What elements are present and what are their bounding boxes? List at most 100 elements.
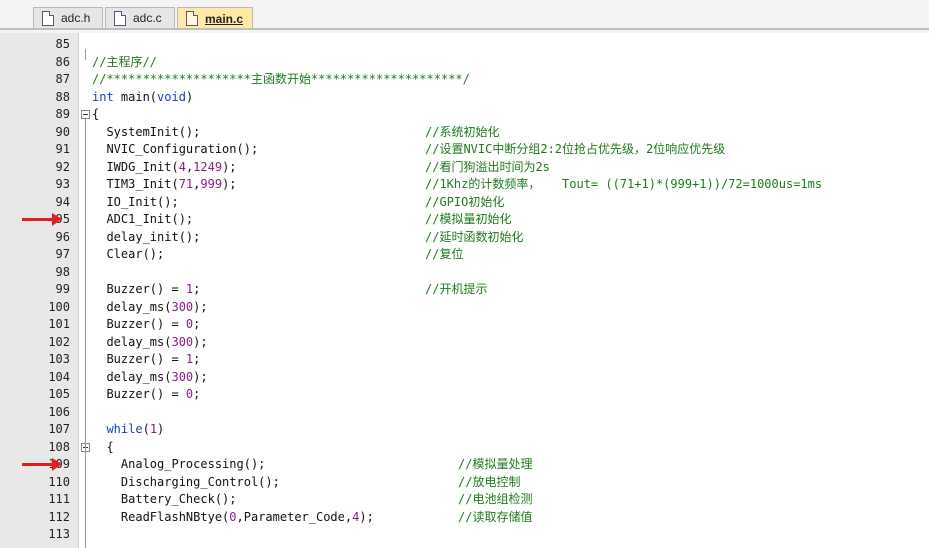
- tab-label: adc.c: [133, 11, 162, 25]
- line-number: 88: [55, 89, 70, 104]
- fold-guide: [85, 119, 86, 452]
- code-comment: //看门狗溢出时间为2s: [425, 159, 550, 174]
- code-line[interactable]: 105 Buzzer() = 0;: [0, 386, 929, 404]
- tab-adc-h[interactable]: adc.h: [33, 7, 103, 29]
- code-comment: //读取存储值: [458, 509, 533, 524]
- code-text: {: [92, 439, 114, 454]
- code-text: //********************主函数开始*************…: [92, 72, 470, 86]
- code-text: Battery_Check();: [92, 492, 237, 506]
- code-line[interactable]: 113: [0, 526, 929, 544]
- code-text: Clear();: [92, 247, 165, 261]
- code-text: int main(void): [92, 89, 194, 104]
- code-line[interactable]: 94 IO_Init(); //GPIO初始化: [0, 194, 929, 212]
- code-text: Buzzer() = 1;: [92, 282, 201, 296]
- code-comment: //模拟量处理: [458, 457, 533, 471]
- code-text: SystemInit();: [92, 124, 201, 139]
- code-line[interactable]: 111 Battery_Check(); //电池组检测: [0, 491, 929, 509]
- code-line[interactable]: 103 Buzzer() = 1;: [0, 351, 929, 369]
- line-number: 85: [55, 37, 70, 51]
- tab-main-c[interactable]: main.c: [177, 7, 253, 29]
- tab-adc-c[interactable]: adc.c: [105, 7, 175, 29]
- line-number: 89: [55, 107, 70, 121]
- code-text: //主程序//: [92, 54, 157, 69]
- line-number: 110: [48, 474, 70, 489]
- line-number: 113: [48, 527, 70, 541]
- tab-label: main.c: [205, 11, 244, 26]
- code-line[interactable]: 87 //********************主函数开始***********…: [0, 71, 929, 89]
- code-line[interactable]: 100 delay_ms(300);: [0, 299, 929, 317]
- line-number: 103: [48, 352, 70, 366]
- line-number: 86: [55, 54, 70, 69]
- code-line[interactable]: 99 Buzzer() = 1; //开机提示: [0, 281, 929, 299]
- code-comment: //GPIO初始化: [425, 194, 505, 209]
- line-number: 101: [48, 317, 70, 331]
- code-comment: //延时函数初始化: [425, 229, 524, 244]
- line-number: 92: [55, 159, 70, 174]
- line-number: 91: [55, 142, 70, 156]
- line-number: 98: [55, 264, 70, 279]
- code-editor[interactable]: 85 86 //主程序// 87 //********************主函数开始…: [0, 33, 929, 548]
- code-text: {: [92, 107, 100, 121]
- code-comment: //设置NVIC中断分组2:2位抢占优先级，2位响应优先级: [425, 142, 726, 156]
- code-text: delay_ms(300);: [92, 334, 208, 349]
- code-text: ADC1_Init();: [92, 212, 194, 226]
- code-text: Buzzer() = 1;: [92, 352, 201, 366]
- red-arrow-marker-icon: [22, 213, 62, 226]
- line-number: 112: [48, 509, 70, 524]
- file-tab-bar: adc.h adc.c main.c: [0, 0, 929, 33]
- code-line[interactable]: 96 delay_init(); //延时函数初始化: [0, 229, 929, 247]
- code-comment: //1Khz的计数频率， Tout= ((71+1)*(999+1))/72=1…: [425, 177, 823, 191]
- code-text: delay_ms(300);: [92, 369, 208, 384]
- line-number: 90: [55, 124, 70, 139]
- code-text: IO_Init();: [92, 194, 179, 209]
- line-number: 104: [48, 369, 70, 384]
- code-line[interactable]: 101 Buzzer() = 0;: [0, 316, 929, 334]
- code-text: Discharging_Control();: [92, 474, 280, 489]
- code-line[interactable]: 98: [0, 264, 929, 282]
- code-line[interactable]: 95 ADC1_Init();//模拟量初始化: [0, 211, 929, 229]
- code-text: ReadFlashNBtye(0,Parameter_Code,4);: [92, 509, 374, 524]
- code-text: TIM3_Init(71,999);: [92, 177, 237, 191]
- line-number: 102: [48, 334, 70, 349]
- line-number: 99: [55, 282, 70, 296]
- line-number: 107: [48, 422, 70, 436]
- fold-guide: [85, 49, 86, 60]
- fold-toggle-icon[interactable]: [81, 110, 90, 119]
- line-number: 105: [48, 387, 70, 401]
- file-icon: [114, 10, 126, 26]
- line-number: 94: [55, 194, 70, 209]
- code-line[interactable]: 92 IWDG_Init(4,1249); //看门狗溢出时间为2s: [0, 159, 929, 177]
- code-comment: //复位: [425, 247, 464, 261]
- code-comment: //电池组检测: [458, 492, 533, 506]
- code-line[interactable]: 97 Clear(); //复位: [0, 246, 929, 264]
- line-number: 93: [55, 177, 70, 191]
- code-line[interactable]: 112 ReadFlashNBtye(0,Parameter_Code,4); /…: [0, 509, 929, 527]
- code-line[interactable]: 109 Analog_Processing();//模拟量处理: [0, 456, 929, 474]
- code-line[interactable]: 102 delay_ms(300);: [0, 334, 929, 352]
- red-arrow-marker-icon: [22, 458, 62, 471]
- tab-bar-divider: [0, 28, 929, 30]
- code-text: Buzzer() = 0;: [92, 387, 201, 401]
- line-number: 106: [48, 404, 70, 419]
- code-line[interactable]: 91 NVIC_Configuration(); //设置NVIC中断分组2:2位…: [0, 141, 929, 159]
- code-line[interactable]: 106: [0, 404, 929, 422]
- code-comment: //模拟量初始化: [425, 212, 512, 226]
- line-number: 111: [48, 492, 70, 506]
- code-line[interactable]: 107 while(1): [0, 421, 929, 439]
- line-number: 100: [48, 299, 70, 314]
- code-text: NVIC_Configuration();: [92, 142, 259, 156]
- code-comment: //放电控制: [458, 474, 521, 489]
- code-line[interactable]: 85: [0, 36, 929, 54]
- code-line[interactable]: 108 {: [0, 439, 929, 457]
- code-comment: //开机提示: [425, 282, 488, 296]
- code-line[interactable]: 110 Discharging_Control(); //放电控制: [0, 474, 929, 492]
- code-text: delay_init();: [92, 229, 201, 244]
- code-line[interactable]: 93 TIM3_Init(71,999); //1Khz的计数频率， Tout= …: [0, 176, 929, 194]
- fold-guide: [85, 451, 86, 548]
- code-line[interactable]: 88 int main(void): [0, 89, 929, 107]
- code-line[interactable]: 89 {: [0, 106, 929, 124]
- code-line[interactable]: 90 SystemInit(); //系统初始化: [0, 124, 929, 142]
- code-line[interactable]: 86 //主程序//: [0, 54, 929, 72]
- code-line[interactable]: 104 delay_ms(300);: [0, 369, 929, 387]
- code-text: Buzzer() = 0;: [92, 317, 201, 331]
